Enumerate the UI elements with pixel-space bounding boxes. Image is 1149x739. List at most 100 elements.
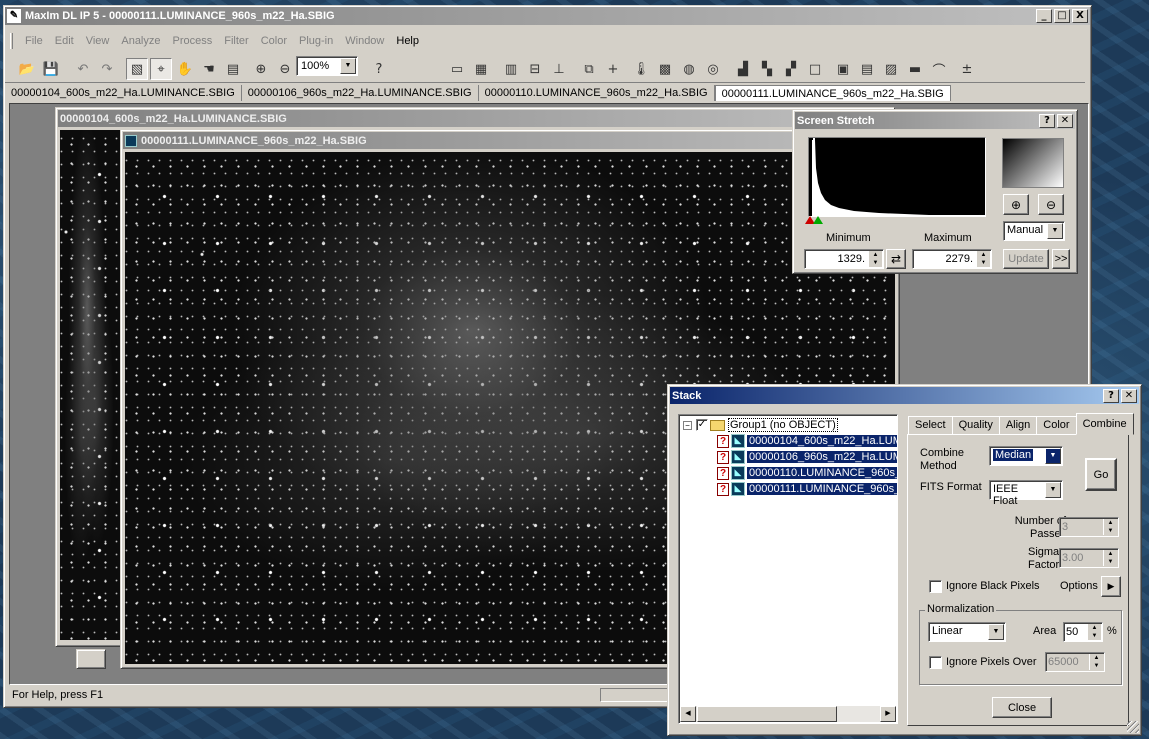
chevron-down-icon[interactable]: ▼: [988, 624, 1004, 640]
tool-icon-10[interactable]: ▤: [856, 58, 878, 80]
max-marker-icon[interactable]: [813, 216, 823, 224]
doc-tab-106[interactable]: 00000106_960s_m22_Ha.LUMINANCE.SBIG: [242, 84, 479, 101]
tool-icon-7[interactable]: ▞: [780, 58, 802, 80]
image-window-111-title-bar[interactable]: 00000111.LUMINANCE_960s_m22_Ha.SBIG: [123, 132, 897, 149]
tree-horizontal-scrollbar[interactable]: ◀ ▶: [680, 706, 896, 722]
pan-icon[interactable]: ✋: [174, 58, 196, 80]
area-input[interactable]: 50 ▲ ▼: [1063, 622, 1103, 642]
tool-icon-4[interactable]: ⊟: [524, 58, 546, 80]
save-icon[interactable]: 💾: [40, 58, 62, 80]
menu-plugin[interactable]: Plug-in: [293, 35, 339, 47]
redo-icon[interactable]: ↷: [96, 58, 118, 80]
copy-icon[interactable]: ⧉: [578, 58, 600, 80]
chevron-down-icon[interactable]: ▼: [340, 58, 356, 74]
close-icon[interactable]: ✕: [1121, 388, 1137, 403]
menu-filter[interactable]: Filter: [218, 35, 254, 47]
stack-title-bar[interactable]: Stack ? ✕: [670, 387, 1139, 404]
spinner-icon[interactable]: ▲ ▼: [1103, 550, 1117, 566]
tree-file-row[interactable]: ? ◣ 00000110.LUMINANCE_960s_: [717, 465, 897, 481]
tab-quality[interactable]: Quality: [951, 416, 1000, 435]
tool-icon-8[interactable]: □: [804, 58, 826, 80]
tree-file-row[interactable]: ? ◣ 00000111.LUMINANCE_960s_: [717, 481, 897, 497]
tab-combine[interactable]: Combine: [1075, 413, 1134, 435]
thermometer-icon[interactable]: 🌡: [630, 58, 652, 80]
zoom-select[interactable]: 100% ▼: [296, 56, 358, 76]
zoom-out-icon[interactable]: ⊖: [274, 58, 296, 80]
grid-icon[interactable]: ▩: [654, 58, 676, 80]
tool-icon-2[interactable]: ▦: [470, 58, 492, 80]
image-window-106[interactable]: [76, 649, 106, 669]
hand-icon[interactable]: ☚: [198, 58, 220, 80]
menu-view[interactable]: View: [80, 35, 116, 47]
tool-icon-5[interactable]: ⊥: [548, 58, 570, 80]
maximize-button[interactable]: □: [1054, 9, 1070, 23]
help-icon[interactable]: ?: [1039, 113, 1055, 128]
zoom-in-icon[interactable]: ⊕: [250, 58, 272, 80]
menu-edit[interactable]: Edit: [49, 35, 80, 47]
scroll-left-icon[interactable]: ◀: [680, 706, 696, 722]
options-arrow-button[interactable]: ▶: [1101, 576, 1121, 597]
close-icon[interactable]: ✕: [1057, 113, 1073, 128]
chevron-down-icon[interactable]: ▼: [1045, 482, 1061, 498]
zoom-in-icon[interactable]: ⊕: [1003, 194, 1029, 215]
tool-icon-12[interactable]: ▬: [904, 58, 926, 80]
menu-analyze[interactable]: Analyze: [115, 35, 166, 47]
tool-icon-1[interactable]: ▭: [446, 58, 468, 80]
scroll-right-icon[interactable]: ▶: [880, 706, 896, 722]
group-checkbox[interactable]: ✓: [696, 419, 708, 431]
close-button[interactable]: X: [1072, 9, 1088, 23]
doc-tab-104[interactable]: 00000104_600s_m22_Ha.LUMINANCE.SBIG: [5, 84, 242, 101]
image-104-canvas[interactable]: [60, 130, 120, 640]
plus-minus-icon[interactable]: ±: [956, 58, 978, 80]
stretch-mode-select[interactable]: Manual ▼: [1003, 221, 1065, 241]
tree-file-row[interactable]: ? ◣ 00000104_600s_m22_Ha.LUM: [717, 433, 897, 449]
tree-group-row[interactable]: − ✓ Group1 (no OBJECT): [683, 417, 838, 433]
help-icon[interactable]: ?: [1103, 388, 1119, 403]
screen-stretch-title-bar[interactable]: Screen Stretch ? ✕: [795, 112, 1075, 129]
doc-tab-110[interactable]: 00000110.LUMINANCE_960s_m22_Ha.SBIG: [479, 84, 715, 101]
main-title-bar[interactable]: ✎ MaxIm DL IP 5 - 00000111.LUMINANCE_960…: [5, 7, 1090, 25]
open-icon[interactable]: 📂: [16, 58, 38, 80]
image-icon[interactable]: ▧: [126, 58, 148, 80]
undo-icon[interactable]: ↶: [72, 58, 94, 80]
tool-icon-6[interactable]: ▚: [756, 58, 778, 80]
tab-align[interactable]: Align: [998, 416, 1038, 435]
doc-tab-111[interactable]: 00000111.LUMINANCE_960s_m22_Ha.SBIG: [714, 84, 951, 101]
image-window-104-title-bar[interactable]: 00000104_600s_m22_Ha.LUMINANCE.SBIG: [58, 110, 892, 127]
curve-icon[interactable]: ⌒: [928, 58, 950, 80]
minimize-button[interactable]: _: [1036, 9, 1052, 23]
fits-format-select[interactable]: IEEE Float ▼: [989, 480, 1063, 507]
chart-icon[interactable]: ▟: [732, 58, 754, 80]
maximum-input[interactable]: 2279. ▲ ▼: [912, 249, 992, 269]
menu-color[interactable]: Color: [255, 35, 293, 47]
ignore-over-input[interactable]: 65000 ▲ ▼: [1045, 652, 1105, 672]
crosshair-icon[interactable]: ⌖: [150, 58, 172, 80]
help-icon[interactable]: ?: [368, 58, 390, 80]
minimum-input[interactable]: 1329. ▲ ▼: [804, 249, 884, 269]
spinner-icon[interactable]: ▲ ▼: [976, 251, 990, 267]
normalization-select[interactable]: Linear ▼: [928, 622, 1006, 642]
swap-icon[interactable]: ⇄: [886, 249, 906, 269]
zoom-out-icon[interactable]: ⊖: [1038, 194, 1064, 215]
menu-process[interactable]: Process: [167, 35, 219, 47]
spinner-icon[interactable]: ▲ ▼: [868, 251, 882, 267]
resize-grip-icon[interactable]: [1127, 721, 1139, 733]
ignore-black-checkbox[interactable]: [929, 580, 942, 593]
add-icon[interactable]: +: [602, 58, 624, 80]
combine-method-select[interactable]: Median ▼: [989, 446, 1063, 466]
stack-file-tree[interactable]: − ✓ Group1 (no OBJECT) ? ◣ 00000104_600s…: [678, 414, 898, 724]
spinner-icon[interactable]: ▲ ▼: [1089, 654, 1103, 670]
tab-color[interactable]: Color: [1036, 416, 1077, 435]
info-icon[interactable]: ▤: [222, 58, 244, 80]
tree-file-row[interactable]: ? ◣ 00000106_960s_m22_Ha.LUM: [717, 449, 897, 465]
chevron-down-icon[interactable]: ▼: [1047, 223, 1063, 239]
tab-select[interactable]: Select: [908, 416, 953, 435]
tool-icon-9[interactable]: ▣: [832, 58, 854, 80]
ignore-over-checkbox[interactable]: [929, 656, 942, 669]
update-button[interactable]: Update: [1003, 249, 1049, 269]
chevron-down-icon[interactable]: ▼: [1045, 448, 1061, 464]
focuser-icon[interactable]: ◎: [702, 58, 724, 80]
menu-file[interactable]: File: [19, 35, 49, 47]
spinner-icon[interactable]: ▲ ▼: [1087, 624, 1101, 640]
close-button[interactable]: Close: [992, 697, 1052, 718]
